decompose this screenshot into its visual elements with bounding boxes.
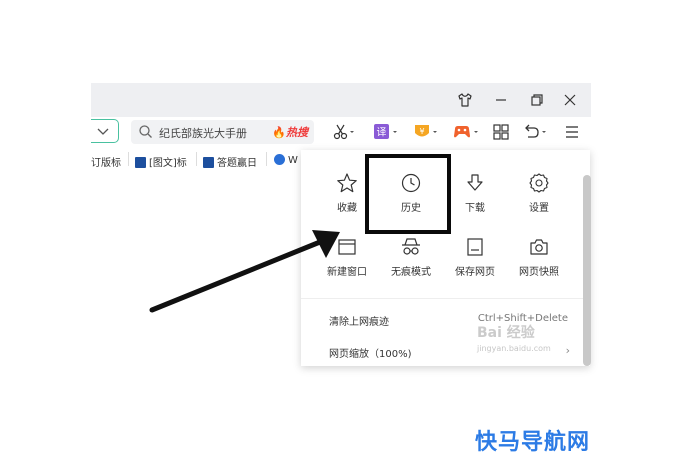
hot-search-label[interactable]: 🔥热搜 <box>272 124 308 140</box>
baidu-watermark: Bai 经验 <box>477 325 535 341</box>
menu-icon[interactable] <box>563 123 581 141</box>
menu-item-downloads[interactable]: 下载 <box>445 172 505 222</box>
minimize-icon[interactable] <box>493 92 509 108</box>
incognito-icon <box>402 238 420 255</box>
save-icon <box>467 238 483 256</box>
menu-item-incognito[interactable]: 无痕模式 <box>381 236 441 286</box>
address-dropdown-button[interactable] <box>91 119 119 143</box>
menu-label: 设置 <box>529 203 549 214</box>
bookmark-item[interactable]: [图文]标 <box>135 154 187 169</box>
title-bar <box>91 83 591 117</box>
bookmark-item[interactable]: W <box>274 154 298 166</box>
tshirt-icon[interactable] <box>457 92 473 108</box>
search-input[interactable]: 纪氏部族光大手册 <box>159 125 247 141</box>
bookmark-divider <box>266 152 267 166</box>
bookmark-item[interactable]: 答题赢日 <box>203 154 257 169</box>
menu-label: 网页快照 <box>519 267 559 278</box>
paw-icon <box>274 154 285 165</box>
vip-icon[interactable]: ¥ <box>413 123 439 141</box>
menu-label: 无痕模式 <box>391 267 431 278</box>
search-box[interactable]: 纪氏部族光大手册 🔥热搜 <box>131 120 314 144</box>
bookmark-divider <box>196 152 197 166</box>
menu-item-save-page[interactable]: 保存网页 <box>445 236 505 286</box>
download-icon <box>467 174 483 191</box>
camera-icon <box>530 239 548 255</box>
menu-item-settings[interactable]: 设置 <box>509 172 569 222</box>
svg-text:译: 译 <box>377 127 387 139</box>
grid-icon[interactable] <box>492 123 510 141</box>
scrollbar[interactable] <box>583 175 591 366</box>
restore-icon[interactable] <box>529 92 545 108</box>
menu-label: 保存网页 <box>455 267 495 278</box>
scissors-icon[interactable] <box>333 123 355 141</box>
translate-icon[interactable]: 译 <box>373 123 399 141</box>
highlight-box <box>365 154 451 234</box>
pointer-arrow-icon <box>149 230 340 313</box>
menu-item-snapshot[interactable]: 网页快照 <box>509 236 569 286</box>
paw-icon <box>135 157 146 168</box>
menu-label: 下载 <box>465 203 485 214</box>
star-icon <box>337 173 357 193</box>
undo-icon[interactable] <box>523 123 549 141</box>
svg-text:¥: ¥ <box>419 127 424 136</box>
chevron-right-icon: › <box>565 344 570 357</box>
menu-item-zoom[interactable]: 网页缩放（100%) <box>329 345 412 360</box>
close-icon[interactable] <box>562 92 578 108</box>
bookmark-item[interactable]: 订版标 <box>91 154 121 169</box>
bookmark-divider <box>128 152 129 166</box>
baidu-watermark-url: jingyan.baidu.com <box>477 344 551 353</box>
paw-icon <box>203 157 214 168</box>
search-icon <box>138 124 153 139</box>
site-watermark: 快马导航网 <box>475 430 591 455</box>
gear-icon <box>529 173 549 193</box>
game-icon[interactable] <box>452 123 480 141</box>
